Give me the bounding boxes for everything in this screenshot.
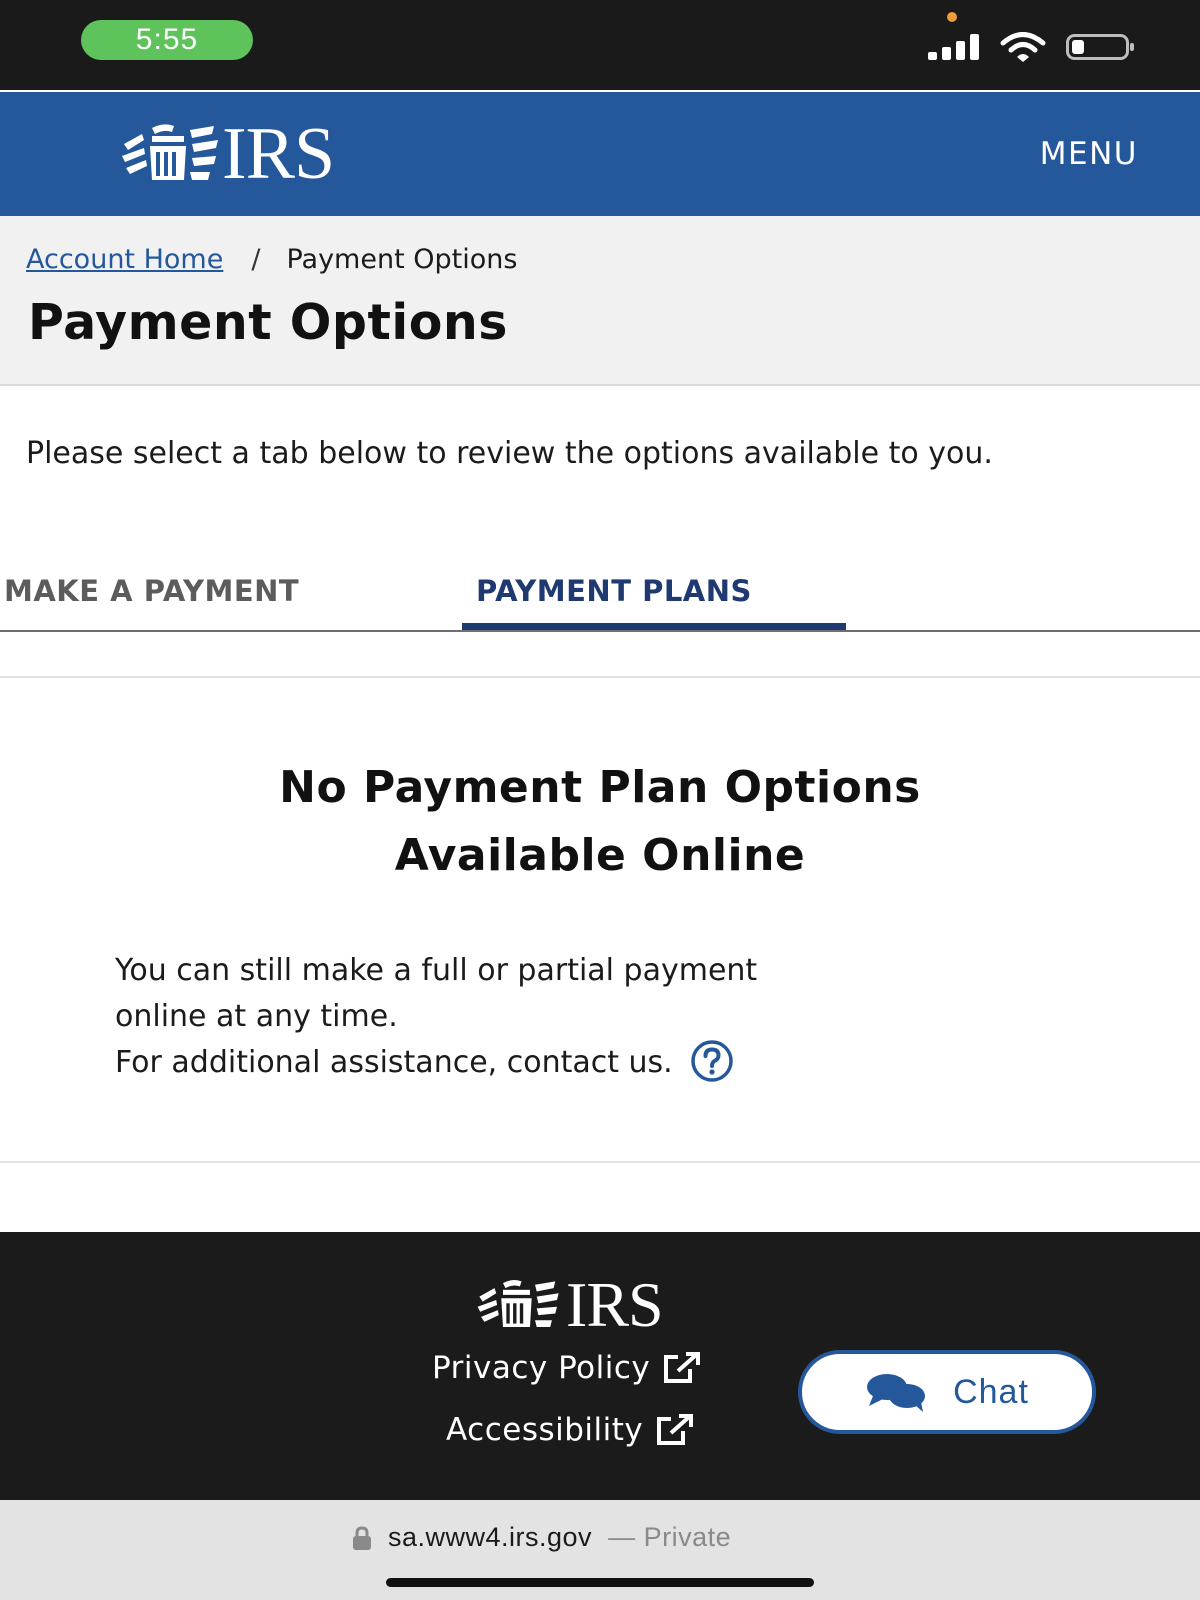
divider [0, 676, 1200, 678]
breadcrumb-separator: / [251, 244, 261, 275]
irs-logo[interactable]: IRS [122, 113, 335, 195]
irs-logo-text: IRS [222, 113, 335, 195]
footer-logo-text: IRS [566, 1269, 664, 1340]
lock-icon [353, 1525, 371, 1550]
tab-payment-plans[interactable]: PAYMENT PLANS [476, 574, 752, 608]
home-indicator[interactable] [386, 1578, 814, 1587]
notice-body-line-3: For additional assistance, contact us. [115, 1045, 673, 1080]
notice-title-line-1: No Payment Plan Options [279, 762, 921, 813]
divider [0, 1161, 1200, 1163]
chat-bubbles-icon [867, 1374, 926, 1412]
wifi-icon [1000, 32, 1046, 62]
tab-make-a-payment[interactable]: MAKE A PAYMENT [4, 574, 299, 608]
url-text: sa.www4.irs.gov [388, 1522, 593, 1552]
external-link-icon [657, 1414, 694, 1445]
accessibility-label: Accessibility [446, 1412, 644, 1448]
notice-body-line-1: You can still make a full or partial pay… [115, 953, 758, 988]
notice-title: No Payment Plan Options Available Online [100, 754, 1100, 890]
active-tab-indicator [462, 623, 846, 630]
external-link-icon [664, 1352, 701, 1383]
url-display[interactable]: sa.www4.irs.gov — Private [352, 1522, 731, 1553]
notice-body-line-2: online at any time. [115, 999, 398, 1034]
irs-eagle-icon [477, 1280, 559, 1327]
intro-text: Please select a tab below to review the … [26, 436, 993, 471]
status-bar: 5:55 [0, 0, 1200, 90]
cellular-signal-icon [928, 34, 979, 60]
menu-button[interactable]: MENU [1040, 136, 1138, 172]
status-time: 5:55 [81, 20, 253, 60]
browser-address-bar[interactable]: sa.www4.irs.gov — Private [0, 1500, 1200, 1600]
site-header: IRS MENU [0, 92, 1200, 216]
page-title: Payment Options [28, 294, 508, 351]
accessibility-link[interactable]: Accessibility [446, 1412, 695, 1448]
camera-indicator-icon [947, 12, 957, 22]
payment-tabs: MAKE A PAYMENT PAYMENT PLANS [0, 568, 1200, 632]
battery-icon [1066, 34, 1134, 60]
irs-eagle-icon [122, 124, 218, 180]
privacy-policy-label: Privacy Policy [432, 1350, 651, 1386]
footer-irs-logo[interactable]: IRS [474, 1269, 664, 1340]
notice-body-line-3-row: For additional assistance, contact us. [115, 1039, 1075, 1086]
private-label: — Private [608, 1522, 732, 1552]
notice-title-line-2: Available Online [394, 830, 806, 881]
chat-label: Chat [953, 1372, 1029, 1411]
page-title-band: Account Home / Payment Options Payment O… [0, 216, 1200, 386]
notice-body: You can still make a full or partial pay… [115, 948, 1075, 1086]
breadcrumb: Account Home / Payment Options [26, 244, 517, 275]
breadcrumb-current: Payment Options [286, 244, 518, 275]
breadcrumb-account-home-link[interactable]: Account Home [26, 244, 223, 275]
privacy-policy-link[interactable]: Privacy Policy [432, 1350, 702, 1386]
chat-button[interactable]: Chat [798, 1350, 1096, 1434]
question-circle-icon[interactable] [690, 1039, 734, 1083]
